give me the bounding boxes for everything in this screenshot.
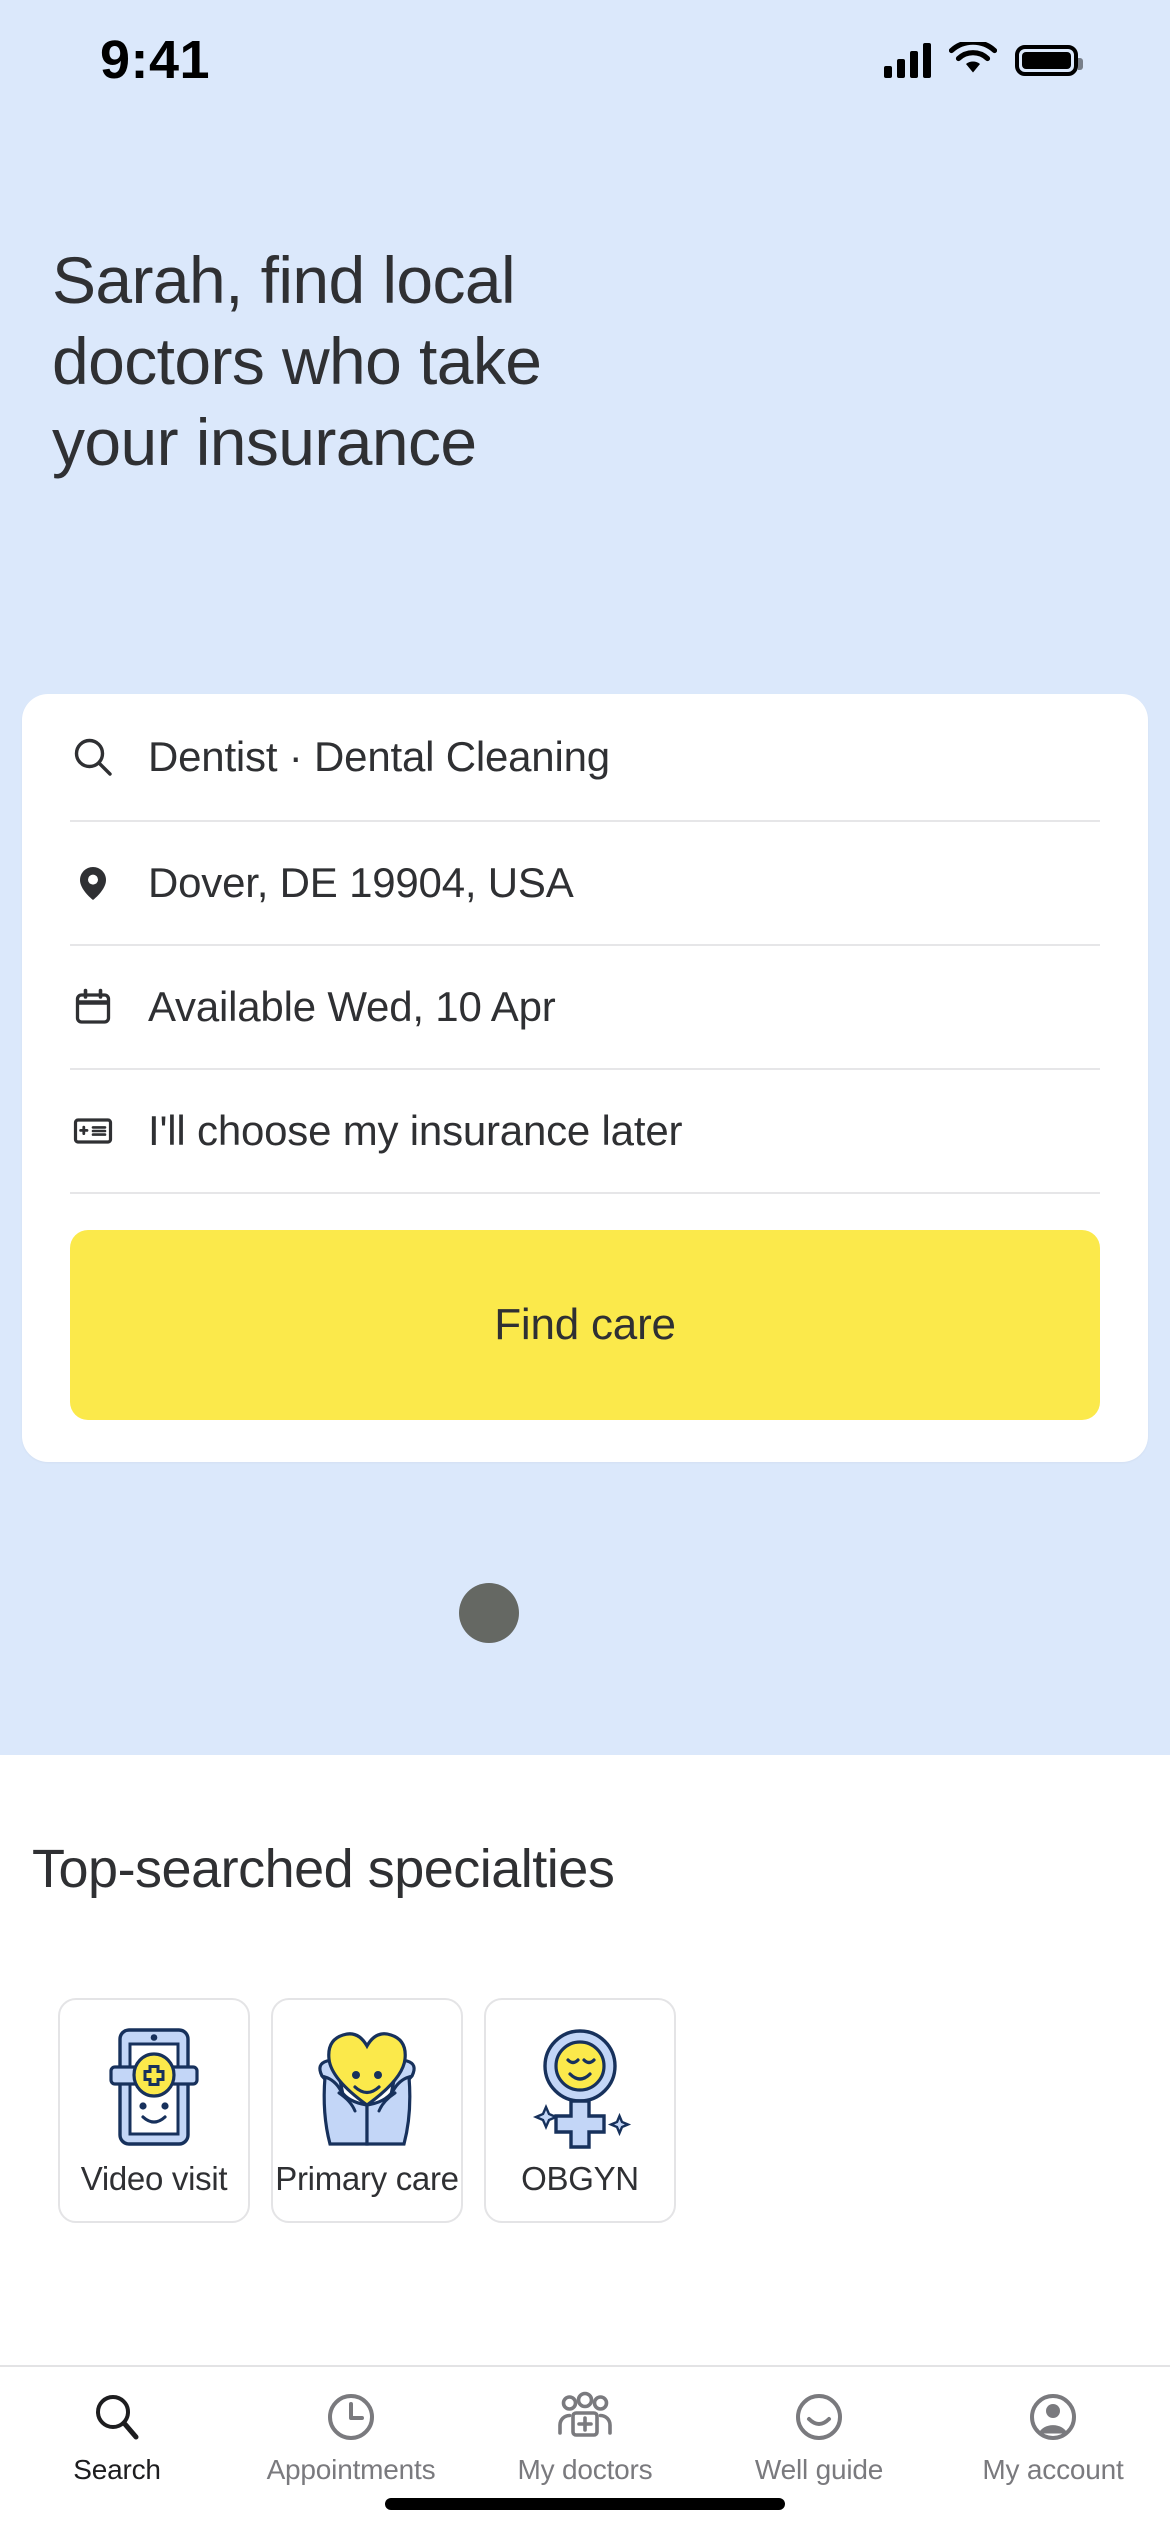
- nav-label-well-guide: Well guide: [754, 2454, 884, 2485]
- female-symbol-with-smiling-face-icon: [532, 2029, 632, 2149]
- search-insurance-value: I'll choose my insurance later: [148, 1107, 683, 1154]
- cellular-signal-icon: [884, 42, 931, 78]
- search-date-value: Available Wed, 10 Apr: [148, 983, 556, 1030]
- nav-item-my-account[interactable]: My account: [936, 2389, 1170, 2486]
- specialty-card-obgyn[interactable]: OBGYN: [484, 1998, 676, 2223]
- specialty-label-obgyn: OBGYN: [521, 2160, 639, 2197]
- status-bar-icons: [884, 42, 1083, 78]
- find-care-button[interactable]: Find care: [70, 1230, 1100, 1420]
- search-row-date[interactable]: Available Wed, 10 Apr: [70, 946, 1100, 1070]
- tablet-with-medical-cross-face-icon: [109, 2028, 199, 2146]
- specialty-label-video-visit: Video visit: [80, 2160, 228, 2197]
- specialty-label-primary-care: Primary care: [275, 2160, 459, 2197]
- search-specialty-value: Dentist · Dental Cleaning: [148, 733, 610, 780]
- clock-icon: [328, 2394, 374, 2440]
- nav-item-appointments[interactable]: Appointments: [234, 2389, 468, 2486]
- specialty-card-video-visit[interactable]: Video visit: [58, 1998, 250, 2223]
- search-row-insurance[interactable]: I'll choose my insurance later: [70, 1070, 1100, 1194]
- nav-label-appointments: Appointments: [266, 2454, 436, 2485]
- insurance-card-icon: [70, 1108, 116, 1154]
- search-icon: [70, 734, 116, 780]
- battery-icon: [1015, 44, 1083, 76]
- hands-holding-smiling-heart-icon: [318, 2032, 416, 2146]
- home-indicator: [385, 2498, 785, 2510]
- search-icon: [96, 2395, 139, 2440]
- nav-item-well-guide[interactable]: Well guide: [702, 2389, 936, 2486]
- nav-label-my-account: My account: [982, 2454, 1124, 2485]
- nav-item-search[interactable]: Search: [0, 2389, 234, 2486]
- specialties-list: Video visit Primary care OBGYN: [58, 1998, 676, 2223]
- nav-label-search: Search: [73, 2454, 161, 2485]
- status-bar: 9:41: [0, 0, 1170, 120]
- specialty-card-primary-care[interactable]: Primary care: [271, 1998, 463, 2223]
- calendar-icon: [70, 984, 116, 1030]
- wifi-icon: [949, 42, 997, 73]
- account-circle-icon: [1030, 2394, 1076, 2440]
- page-title: Sarah, find local doctors who take your …: [52, 243, 542, 480]
- search-card: Dentist · Dental Cleaning Dover, DE 1990…: [22, 694, 1148, 1462]
- status-bar-time: 9:41: [100, 30, 211, 90]
- nav-label-my-doctors: My doctors: [517, 2454, 653, 2485]
- nav-item-my-doctors[interactable]: My doctors: [468, 2389, 702, 2486]
- search-location-value: Dover, DE 19904, USA: [148, 859, 574, 906]
- doctors-group-icon: [558, 2391, 612, 2437]
- location-pin-icon: [70, 860, 116, 906]
- smiley-face-icon: [796, 2394, 842, 2440]
- specialties-section-title: Top-searched specialties: [32, 1839, 615, 1899]
- search-row-specialty[interactable]: Dentist · Dental Cleaning: [70, 694, 1100, 822]
- search-row-location[interactable]: Dover, DE 19904, USA: [70, 822, 1100, 946]
